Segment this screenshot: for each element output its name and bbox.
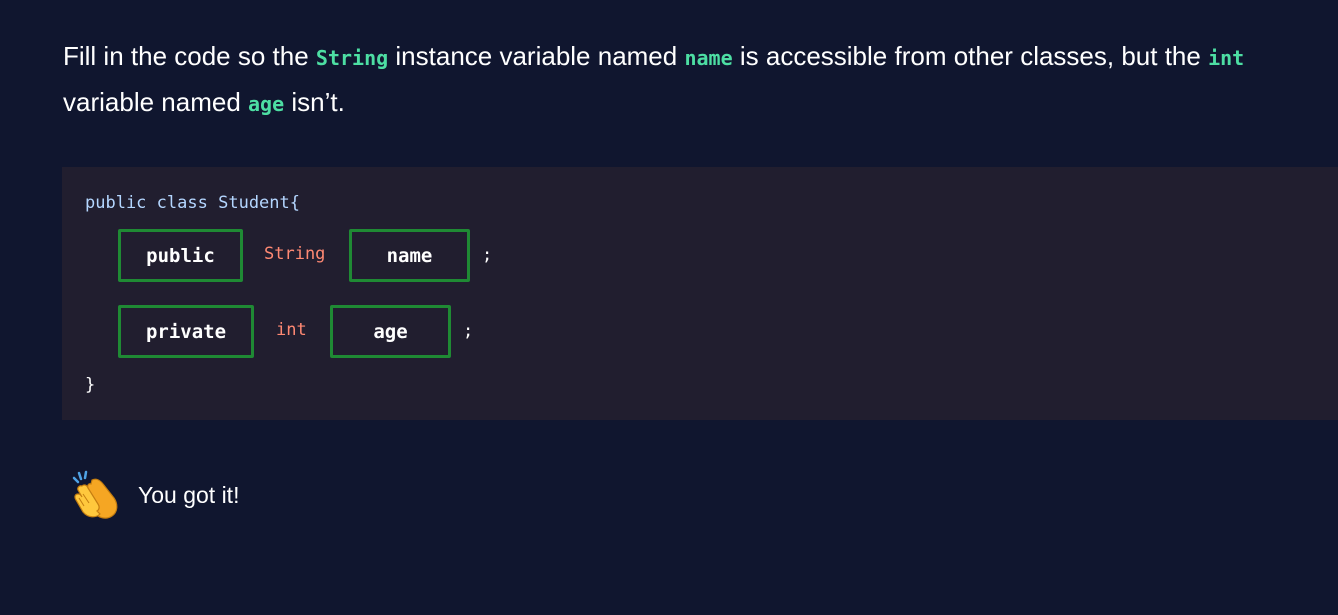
code-keyword-class: class [156,193,208,213]
prompt-keyword-int: int [1208,46,1245,70]
prompt-keyword-age: age [248,92,285,116]
modifier-slot-age[interactable]: private [118,305,254,358]
code-editor-panel: public class Student{ public String name… [62,167,1338,420]
prompt-keyword-string: String [315,46,389,70]
clapping-hands-icon [72,470,118,519]
code-keyword-public: public [85,193,147,213]
prompt-text-1: Fill in the code so the [63,41,316,71]
prompt-text-3: is accessible from other classes, but th… [732,41,1209,71]
modifier-slot-name[interactable]: public [118,229,243,282]
prompt-keyword-name: name [684,46,733,70]
semicolon-2: ; [463,321,474,341]
age-slot[interactable]: age [330,305,451,358]
prompt-text-4: variable named [63,87,248,117]
type-int: int [276,320,307,340]
semicolon-1: ; [482,245,493,265]
closing-brace: } [85,375,96,395]
name-slot[interactable]: name [349,229,470,282]
success-feedback: You got it! [70,470,239,520]
type-string: String [264,244,326,264]
exercise-prompt: Fill in the code so the String instance … [63,34,1313,126]
prompt-text-2: instance variable named [388,41,685,71]
prompt-text-5: isn’t. [284,87,345,117]
code-class-name: Student{ [218,193,300,213]
success-message: You got it! [138,481,240,508]
class-declaration-line: public class Student{ [85,193,300,213]
